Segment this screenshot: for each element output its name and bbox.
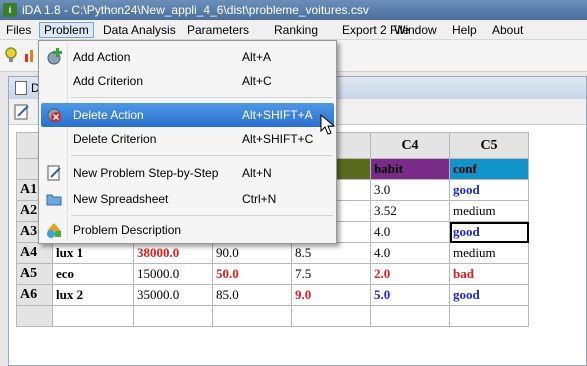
row-header[interactable] [16, 305, 53, 327]
table-row: A5 eco 15000.0 50.0 7.5 2.0 bad [16, 263, 529, 285]
menu-item-label: Problem Description [73, 223, 182, 237]
cell[interactable]: 4.0 [370, 221, 450, 243]
cell[interactable]: 4.0 [370, 242, 450, 264]
cell[interactable]: 85.0 [212, 284, 292, 306]
menu-item-problem-description[interactable]: Problem Description [41, 218, 334, 242]
menu-item-new-spreadsheet[interactable]: New Spreadsheet Ctrl+N [41, 187, 334, 211]
cell[interactable]: lux 2 [52, 284, 134, 306]
add-action-icon [47, 48, 62, 65]
menu-separator [71, 97, 333, 98]
menu-window[interactable]: Window [390, 22, 441, 38]
menu-item-delete-action[interactable]: Delete Action Alt+SHIFT+A [41, 103, 334, 127]
menu-data-analysis[interactable]: Data Analysis [99, 22, 180, 38]
menu-item-shortcut: Alt+SHIFT+A [242, 108, 313, 122]
table-row: A4 lux 1 38000.0 90.0 8.5 4.0 medium [16, 242, 529, 264]
criteria-cell-habit[interactable]: habit [370, 158, 450, 180]
cell[interactable]: good [449, 284, 529, 306]
table-row [16, 305, 529, 327]
edit-icon[interactable] [13, 103, 31, 121]
cell[interactable] [370, 305, 450, 327]
cell[interactable]: medium [449, 242, 529, 264]
shapes-icon [47, 223, 61, 238]
menu-separator [71, 215, 333, 216]
menu-item-shortcut: Alt+N [242, 166, 272, 180]
menu-item-label: Delete Criterion [73, 132, 157, 146]
cell[interactable]: 2.0 [370, 263, 450, 285]
title-bar: i iDA 1.8 - C:\Python24\New_appli_4_6\di… [0, 0, 587, 20]
menu-item-label: Add Criterion [73, 74, 144, 88]
menu-help[interactable]: Help [448, 22, 481, 38]
table-row: A6 lux 2 35000.0 85.0 9.0 5.0 good [16, 284, 529, 306]
cell[interactable]: 35000.0 [133, 284, 213, 306]
menu-item-label: New Problem Step-by-Step [73, 166, 219, 180]
cell[interactable]: good [449, 179, 529, 201]
cell[interactable]: medium [449, 200, 529, 222]
cell[interactable]: eco [52, 263, 134, 285]
row-header[interactable]: A6 [16, 284, 53, 306]
cell[interactable]: 50.0 [212, 263, 292, 285]
menu-item-delete-criterion[interactable]: Delete Criterion Alt+SHIFT+C [41, 127, 334, 151]
mouse-cursor-icon [320, 114, 336, 135]
criteria-cell-conf[interactable]: conf [449, 158, 529, 180]
cell[interactable]: 38000.0 [133, 242, 213, 264]
delete-action-icon [47, 108, 61, 122]
menu-files[interactable]: Files [2, 22, 35, 38]
cell[interactable]: 90.0 [212, 242, 292, 264]
menu-item-shortcut: Alt+SHIFT+C [242, 132, 314, 146]
menu-item-add-criterion[interactable]: Add Criterion Alt+C [41, 69, 334, 93]
menu-parameters[interactable]: Parameters [183, 22, 253, 38]
cell[interactable]: 5.0 [370, 284, 450, 306]
cell[interactable] [133, 305, 213, 327]
row-header[interactable]: A4 [16, 242, 53, 264]
row-header[interactable]: A5 [16, 263, 53, 285]
cell[interactable] [449, 305, 529, 327]
menu-ranking[interactable]: Ranking [270, 22, 322, 38]
new-document-icon [47, 165, 61, 181]
col-header-c5[interactable]: C5 [449, 132, 529, 159]
cell[interactable]: 3.52 [370, 200, 450, 222]
cell[interactable]: 7.5 [291, 263, 371, 285]
window-title: iDA 1.8 - C:\Python24\New_appli_4_6\dist… [22, 3, 369, 17]
folder-icon [46, 194, 62, 206]
menu-about[interactable]: About [488, 22, 527, 38]
menu-item-shortcut: Alt+A [242, 50, 272, 64]
cell[interactable]: 9.0 [291, 284, 371, 306]
cell[interactable]: bad [449, 263, 529, 285]
menu-item-new-problem[interactable]: New Problem Step-by-Step Alt+N [41, 161, 334, 185]
menu-item-label: Delete Action [73, 108, 144, 122]
menu-bar: Files Problem Data Analysis Parameters R… [0, 20, 587, 40]
document-icon [15, 81, 27, 95]
cell[interactable]: 3.0 [370, 179, 450, 201]
menu-item-shortcut: Alt+C [242, 74, 272, 88]
menu-item-shortcut: Ctrl+N [242, 192, 277, 206]
cell[interactable]: lux 1 [52, 242, 134, 264]
problem-menu-dropdown: Add Action Alt+A Add Criterion Alt+C Del… [38, 40, 337, 244]
menu-problem[interactable]: Problem [39, 22, 94, 38]
bulb-icon[interactable] [2, 46, 20, 64]
menu-separator [71, 155, 333, 156]
cell[interactable]: 8.5 [291, 242, 371, 264]
selected-cell[interactable]: good [449, 221, 529, 243]
menu-item-add-action[interactable]: Add Action Alt+A [41, 45, 334, 69]
cell[interactable] [52, 305, 134, 327]
col-header-c4[interactable]: C4 [370, 132, 450, 159]
cell[interactable] [212, 305, 292, 327]
menu-item-label: Add Action [73, 50, 131, 64]
cell[interactable]: 15000.0 [133, 263, 213, 285]
menu-item-label: New Spreadsheet [73, 192, 169, 206]
cell[interactable] [291, 305, 371, 327]
app-icon: i [3, 3, 17, 17]
